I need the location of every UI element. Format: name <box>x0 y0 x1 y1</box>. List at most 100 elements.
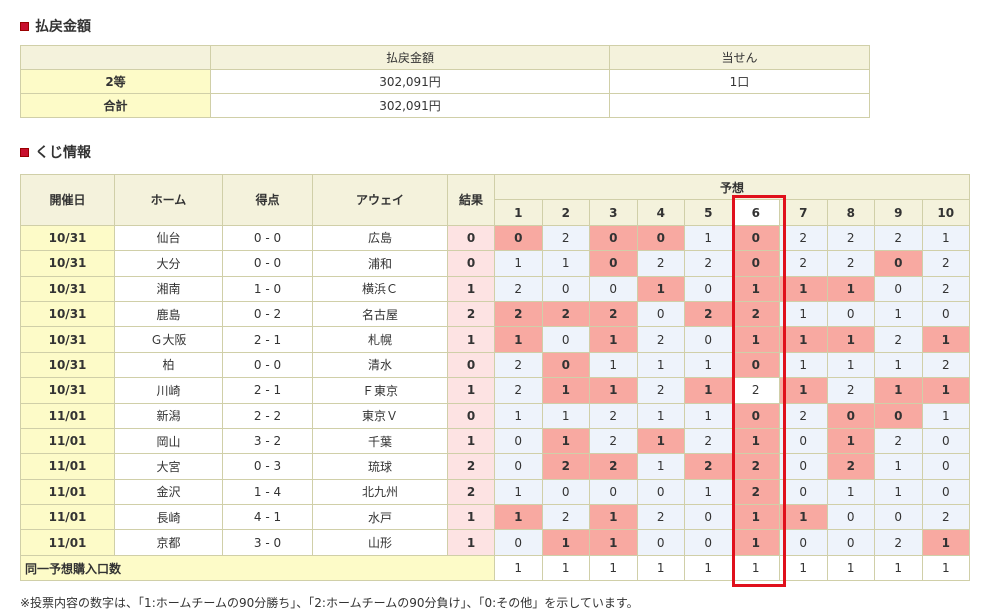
payout-table: 払戻金額 当せん 2等 302,091円 1口 合計 302,091円 <box>20 45 870 118</box>
prediction-cell: 1 <box>684 351 733 379</box>
prediction-cell: 2 <box>636 250 685 277</box>
prediction-cell: 1 <box>779 351 828 379</box>
prediction-cell: 1 <box>731 275 780 302</box>
prediction-cell: 1 <box>541 529 590 556</box>
footer-count: 1 <box>589 554 638 582</box>
prediction-cell: 1 <box>779 504 828 531</box>
prediction-cell: 1 <box>826 478 875 506</box>
prediction-cell: 0 <box>779 529 828 556</box>
prediction-cell: 0 <box>874 402 923 429</box>
match-home: 仙台 <box>114 224 223 252</box>
prediction-cell: 2 <box>589 453 638 480</box>
prediction-cell: 1 <box>541 250 590 277</box>
kuji-table: 開催日 ホーム 得点 アウェイ 結果 予想 1 2 3 4 5 6 7 8 9 10 10/31 仙… <box>20 173 971 582</box>
payout-header-winners: 当せん <box>609 45 870 70</box>
prediction-cell: 2 <box>636 377 685 404</box>
prediction-cell: 1 <box>684 402 733 429</box>
match-away: 浦和 <box>312 250 448 277</box>
prediction-cell: 1 <box>731 326 780 353</box>
match-score: 2 - 1 <box>222 377 313 404</box>
payout-header-blank <box>20 45 211 70</box>
prediction-cell: 0 <box>684 326 733 353</box>
match-row: 11/01 岡山 3 - 2 千葉 1 0 1 2 1 2 1 0 1 2 0 <box>20 427 971 455</box>
match-home: 湘南 <box>114 275 223 302</box>
footer-count: 1 <box>684 554 733 582</box>
prediction-cell: 2 <box>684 427 733 455</box>
prediction-cell: 2 <box>731 377 780 404</box>
match-away: 名古屋 <box>312 300 448 328</box>
match-date: 10/31 <box>20 224 115 252</box>
match-date: 10/31 <box>20 300 115 328</box>
prediction-cell: 0 <box>826 529 875 556</box>
match-date: 11/01 <box>20 453 115 480</box>
match-date: 10/31 <box>20 250 115 277</box>
prediction-cell: 2 <box>731 453 780 480</box>
footer-count: 1 <box>779 554 828 582</box>
prediction-cell: 2 <box>826 224 875 252</box>
prediction-cell: 2 <box>684 250 733 277</box>
prediction-cell: 1 <box>541 377 590 404</box>
match-home: 川崎 <box>114 377 223 404</box>
match-score: 1 - 4 <box>222 478 313 506</box>
match-home: 鹿島 <box>114 300 223 328</box>
match-row: 10/31 柏 0 - 0 清水 0 2 0 1 1 1 0 1 1 1 2 <box>20 351 971 379</box>
footer-count: 1 <box>826 554 875 582</box>
prediction-cell: 0 <box>494 427 543 455</box>
prediction-cell: 0 <box>636 224 685 252</box>
prediction-cell: 2 <box>589 300 638 328</box>
match-home: 長崎 <box>114 504 223 531</box>
match-away: 琉球 <box>312 453 448 480</box>
prediction-cell: 0 <box>921 478 971 506</box>
prediction-cell: 0 <box>731 224 780 252</box>
prediction-cell: 0 <box>636 529 685 556</box>
prediction-cell: 2 <box>589 427 638 455</box>
prediction-col-header: 5 <box>684 199 733 226</box>
header-result: 結果 <box>447 174 495 226</box>
prediction-cell: 2 <box>636 326 685 353</box>
prediction-cell: 1 <box>779 275 828 302</box>
square-bullet-icon <box>20 147 29 157</box>
prediction-cell: 2 <box>684 300 733 328</box>
prediction-cell: 1 <box>541 402 590 429</box>
match-score: 0 - 3 <box>222 453 313 480</box>
prediction-cell: 0 <box>731 351 780 379</box>
match-away: Ｆ東京 <box>312 377 448 404</box>
header-away: アウェイ <box>312 174 448 226</box>
match-away: 広島 <box>312 224 448 252</box>
match-away: 北九州 <box>312 478 448 506</box>
prediction-cell: 2 <box>921 351 971 379</box>
header-prediction: 予想 <box>493 173 971 201</box>
footer-row: 同一予想購入口数 1 1 1 1 1 1 1 1 1 1 <box>20 554 971 582</box>
match-row: 10/31 Ｇ大阪 2 - 1 札幌 1 1 0 1 2 0 1 1 1 2 1 <box>20 326 971 353</box>
prediction-col-header: 9 <box>874 199 923 226</box>
prediction-cell: 2 <box>684 453 733 480</box>
match-home: 柏 <box>114 351 223 379</box>
prediction-cell: 1 <box>494 504 543 531</box>
prediction-cell: 1 <box>826 326 875 353</box>
prediction-cell: 0 <box>589 275 638 302</box>
match-row: 10/31 川崎 2 - 1 Ｆ東京 1 2 1 1 2 1 2 1 2 1 1 <box>20 377 971 404</box>
prediction-cell: 2 <box>921 250 971 277</box>
payout-row-amount: 302,091円 <box>210 69 610 94</box>
match-date: 10/31 <box>20 326 115 353</box>
header-date: 開催日 <box>20 174 115 226</box>
match-home: 京都 <box>114 529 223 556</box>
prediction-cell: 1 <box>684 377 733 404</box>
prediction-cell: 1 <box>826 351 875 379</box>
prediction-cell: 2 <box>874 224 923 252</box>
prediction-cell: 0 <box>494 529 543 556</box>
match-score: 0 - 0 <box>222 351 313 379</box>
prediction-cell: 0 <box>541 326 590 353</box>
prediction-cell: 0 <box>541 478 590 506</box>
match-home: 新潟 <box>114 402 223 429</box>
payout-row-winners <box>609 93 870 118</box>
prediction-cell: 0 <box>731 250 780 277</box>
prediction-cell: 1 <box>731 504 780 531</box>
prediction-cell: 1 <box>494 478 543 506</box>
payout-row-amount: 302,091円 <box>210 93 610 118</box>
prediction-cell: 1 <box>636 351 685 379</box>
match-row: 11/01 新潟 2 - 2 東京Ｖ 0 1 1 2 1 1 0 2 0 0 1 <box>20 402 971 429</box>
prediction-cell: 1 <box>921 326 971 353</box>
header-score: 得点 <box>222 174 313 226</box>
prediction-cell: 0 <box>731 402 780 429</box>
